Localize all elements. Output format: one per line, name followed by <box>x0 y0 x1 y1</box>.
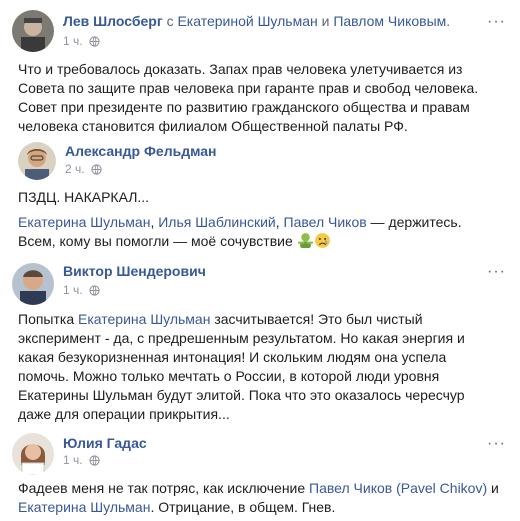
globe-icon <box>88 284 100 296</box>
avatar[interactable] <box>12 433 54 475</box>
text-part: Попытка <box>18 311 79 327</box>
avatar[interactable] <box>12 10 54 52</box>
sad-face-emoji <box>314 232 331 254</box>
globe-icon <box>90 163 102 175</box>
post-text: Что и требовалось доказать. Запах прав ч… <box>18 61 479 134</box>
text-part: Фадеев меня не так потряс, как исключени… <box>18 480 310 496</box>
post-meta: 1 ч. <box>63 34 100 48</box>
author-name[interactable]: Виктор Шендерович <box>63 263 206 279</box>
post-text: Фадеев меня не так потряс, как исключени… <box>18 479 508 517</box>
author-name[interactable]: Лев Шлосберг <box>63 13 163 29</box>
timestamp[interactable]: 1 ч. <box>63 283 83 297</box>
text-part: и <box>487 480 499 496</box>
post-gadas: Юлия Гадас 1 ч. ··· Фадеев меня не так п… <box>0 428 520 521</box>
timestamp[interactable]: 1 ч. <box>63 34 83 48</box>
tagged-user-link[interactable]: Екатериной Шульман <box>177 13 317 29</box>
post-meta: 2 ч. <box>65 162 102 176</box>
text-part: . Отрицание, в общем. Гнев. <box>150 499 336 515</box>
mention-link[interactable]: Екатерина Шульман <box>18 214 150 230</box>
mention-link[interactable]: Илья Шаблинский <box>158 214 276 230</box>
with-word: с <box>166 13 174 29</box>
timestamp[interactable]: 1 ч. <box>63 453 83 467</box>
mention-link[interactable]: Екатерина Шульман <box>78 311 210 327</box>
separator: , <box>275 214 284 230</box>
comment-feldman: Александр Фельдман 2 ч. ПЗДЦ. НАКАРКАЛ..… <box>0 136 520 256</box>
post-meta: 1 ч. <box>63 453 100 467</box>
period: . <box>446 13 451 29</box>
zombie-emoji <box>297 232 314 254</box>
mention-link[interactable]: Екатерина Шульман <box>18 499 150 515</box>
more-options-icon[interactable]: ··· <box>487 264 506 280</box>
more-options-icon[interactable]: ··· <box>487 14 506 30</box>
timestamp[interactable]: 2 ч. <box>65 162 85 176</box>
comment-text: Екатерина Шульман, Илья Шаблинский, Паве… <box>18 213 488 254</box>
more-options-icon[interactable]: ··· <box>487 436 506 452</box>
post-header: Лев Шлосберг с Екатериной Шульман и Павл… <box>63 13 450 29</box>
comment-line: ПЗДЦ. НАКАРКАЛ... <box>18 189 150 205</box>
mention-link[interactable]: Павел Чиков (Pavel Chikov) <box>309 480 487 496</box>
author-name[interactable]: Александр Фельдман <box>65 143 217 159</box>
tagged-user-link[interactable]: Павлом Чиковым <box>333 13 446 29</box>
globe-icon <box>88 35 100 47</box>
text-part: засчитывается! Это был чистый эксперимен… <box>18 311 465 422</box>
post-shlosberg: Лев Шлосберг с Екатериной Шульман и Павл… <box>0 0 520 140</box>
mention-link[interactable]: Павел Чиков <box>284 214 367 230</box>
post-text: Попытка Екатерина Шульман засчитывается!… <box>18 310 488 424</box>
post-meta: 1 ч. <box>63 283 100 297</box>
post-shenderovich: Виктор Шендерович 1 ч. ··· Попытка Екате… <box>0 255 520 430</box>
author-name[interactable]: Юлия Гадас <box>63 435 147 451</box>
globe-icon <box>88 454 100 466</box>
avatar[interactable] <box>12 263 54 305</box>
and-word: и <box>321 13 330 29</box>
avatar[interactable] <box>18 142 56 180</box>
